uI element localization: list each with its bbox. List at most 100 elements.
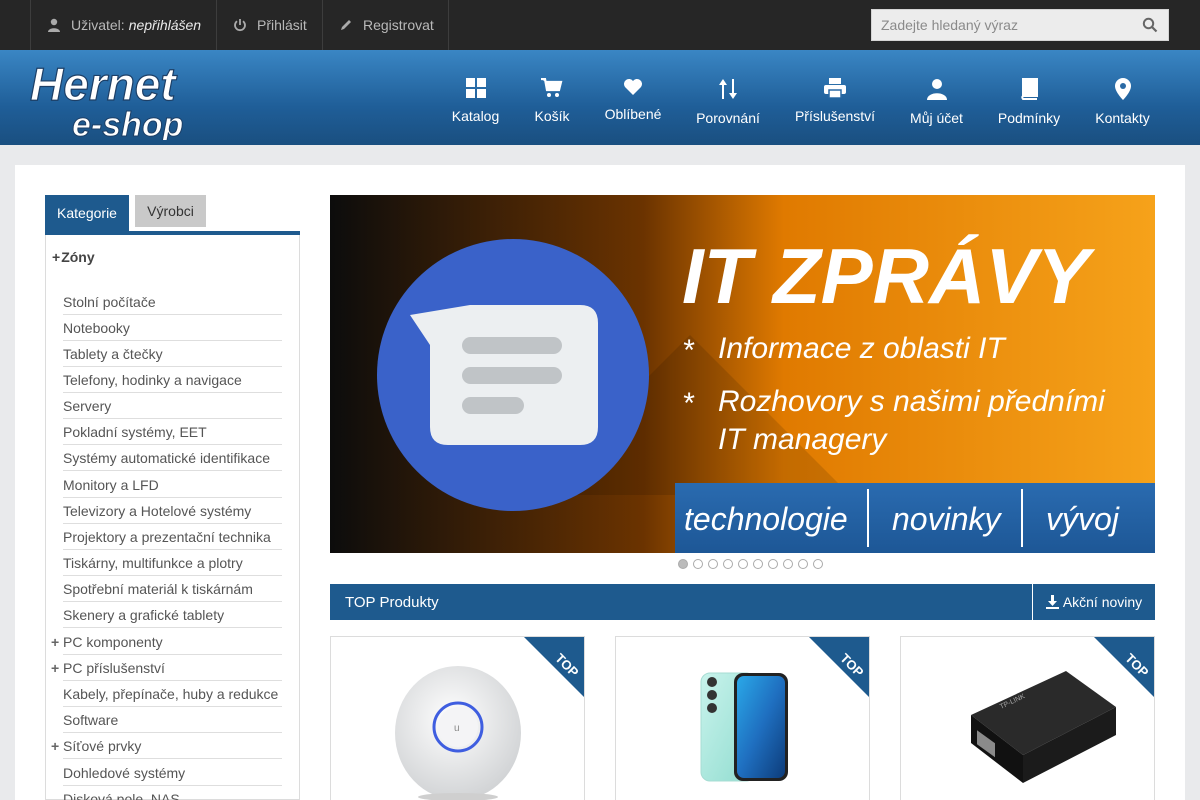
bullet-star: * [682, 387, 695, 420]
slider-dot[interactable] [693, 559, 703, 569]
product-card[interactable]: TOP [615, 636, 870, 800]
zony-toggle[interactable]: + Zóny [52, 249, 95, 265]
tab-kategorie[interactable]: Kategorie [45, 195, 129, 231]
nav-katalog[interactable]: Katalog [452, 50, 499, 145]
grid-icon [465, 78, 486, 98]
category-item[interactable]: Tablety a čtečky [63, 341, 282, 367]
banner-graphic: IT ZPRÁVY * Informace z oblasti IT * Roz… [330, 195, 1155, 553]
top-badge: TOP [1094, 637, 1154, 697]
top-badge: TOP [809, 637, 869, 697]
category-sidebar: + Zóny Stolní počítače Notebooky Tablety… [45, 235, 300, 800]
nav-label: Košík [534, 108, 570, 124]
nav-label: Katalog [451, 108, 500, 124]
slider-dot[interactable] [723, 559, 733, 569]
bullet-star: * [682, 334, 695, 367]
category-item[interactable]: Skenery a grafické tablety [63, 602, 282, 628]
slider-dot[interactable] [798, 559, 808, 569]
category-item-expandable[interactable]: PC příslušenství [51, 655, 282, 681]
top-products-title: TOP Produkty [345, 593, 439, 611]
slider-dot[interactable] [753, 559, 763, 569]
nav-label: Oblíbené [604, 106, 662, 122]
category-item[interactable]: Systémy automatické identifikace [63, 445, 282, 471]
hernet-logo[interactable]: Hernet e-shop [30, 60, 250, 140]
category-item[interactable]: Kabely, přepínače, huby a redukce [63, 681, 282, 707]
top-badge: TOP [524, 637, 584, 697]
banner-foot-1: technologie [684, 501, 848, 537]
top-bar: Uživatel: nepřihlášen Přihlásit Registro… [0, 0, 1200, 50]
category-item[interactable]: Spotřební materiál k tiskárnám [63, 576, 282, 602]
divider [448, 0, 449, 50]
slider-dot[interactable] [783, 559, 793, 569]
nav-podminky[interactable]: Podmínky [998, 50, 1060, 145]
search-button[interactable] [1142, 17, 1158, 38]
cart-icon [541, 78, 563, 97]
slider-dots [678, 559, 823, 569]
category-item[interactable]: Projektory a prezentační technika [63, 524, 282, 550]
printer-icon [824, 78, 846, 98]
nav-label: Podmínky [997, 110, 1061, 126]
category-item[interactable]: Servery [63, 393, 282, 419]
banner-foot-3: vývoj [1046, 501, 1120, 537]
slider-dot[interactable] [813, 559, 823, 569]
category-item[interactable]: Telefony, hodinky a navigace [63, 367, 282, 393]
tab-vyrobci[interactable]: Výrobci [135, 195, 206, 227]
login-link[interactable]: Přihlásit [216, 0, 323, 50]
banner-bullet-2b: IT managery [718, 423, 888, 456]
power-icon [234, 19, 246, 32]
category-item-expandable[interactable]: PC komponenty [51, 629, 282, 655]
download-icon [1045, 595, 1059, 609]
sort-arrows-icon [719, 79, 737, 99]
category-item[interactable]: Disková pole, NAS [63, 786, 282, 800]
category-item[interactable]: Monitory a LFD [63, 472, 282, 498]
banner-bullet-2a: Rozhovory s našimi předními [718, 385, 1106, 418]
nav-porovnani[interactable]: Porovnání [696, 50, 760, 145]
main-header: Hernet e-shop Katalog Košík Oblíbené Por… [0, 50, 1200, 145]
category-item[interactable]: Stolní počítače [63, 289, 282, 315]
search-input[interactable] [872, 10, 1122, 40]
register-label: Registrovat [363, 17, 434, 33]
map-marker-icon [1114, 78, 1131, 100]
pencil-icon [341, 20, 351, 30]
banner-title: IT ZPRÁVY [682, 232, 1095, 320]
svg-text:e-shop: e-shop [72, 106, 183, 140]
user-value: nepřihlášen [128, 17, 202, 33]
login-label: Přihlásit [257, 17, 307, 33]
nav-label: Porovnání [696, 110, 760, 126]
nav-label: Kontakty [1095, 110, 1150, 126]
hero-banner[interactable]: IT ZPRÁVY * Informace z oblasti IT * Roz… [330, 195, 1155, 553]
search-icon [1142, 17, 1158, 33]
nav-label: Můj účet [910, 110, 963, 126]
category-item[interactable]: Dohledové systémy [63, 760, 282, 786]
svg-text:Hernet: Hernet [30, 60, 177, 110]
category-item[interactable]: Pokladní systémy, EET [63, 419, 282, 445]
slider-dot[interactable] [768, 559, 778, 569]
svg-text:u: u [454, 723, 460, 734]
product-card[interactable]: TOP TP-LINK [900, 636, 1155, 800]
nav-kontakty[interactable]: Kontakty [1095, 50, 1150, 145]
akcni-noviny-button[interactable]: Akční noviny [1032, 584, 1155, 620]
heart-icon [624, 79, 642, 95]
product-card[interactable]: TOP u [330, 636, 585, 800]
top-products-header: TOP Produkty Akční noviny [330, 584, 1155, 620]
user-icon [926, 79, 947, 100]
slider-dot[interactable] [708, 559, 718, 569]
slider-dot[interactable] [678, 559, 688, 569]
category-item-expandable[interactable]: Síťové prvky [51, 733, 282, 759]
slider-dot[interactable] [738, 559, 748, 569]
nav-kosik[interactable]: Košík [534, 50, 570, 145]
nav-oblibene[interactable]: Oblíbené [604, 50, 662, 145]
user-status: Uživatel: nepřihlášen [30, 0, 217, 50]
plus-icon: + [52, 249, 61, 265]
book-icon [1021, 78, 1038, 100]
akcni-noviny-label: Akční noviny [1062, 594, 1143, 610]
nav-prislusenstvi[interactable]: Příslušenství [795, 50, 875, 145]
nav-label: Příslušenství [794, 108, 876, 124]
category-item[interactable]: Notebooky [63, 315, 282, 341]
banner-foot-2: novinky [892, 501, 1003, 537]
user-icon [48, 18, 60, 32]
category-item[interactable]: Software [63, 707, 282, 733]
category-item[interactable]: Tiskárny, multifunkce a plotry [63, 550, 282, 576]
register-link[interactable]: Registrovat [322, 0, 449, 50]
nav-muj-ucet[interactable]: Můj účet [910, 50, 963, 145]
category-item[interactable]: Televizory a Hotelové systémy [63, 498, 282, 524]
